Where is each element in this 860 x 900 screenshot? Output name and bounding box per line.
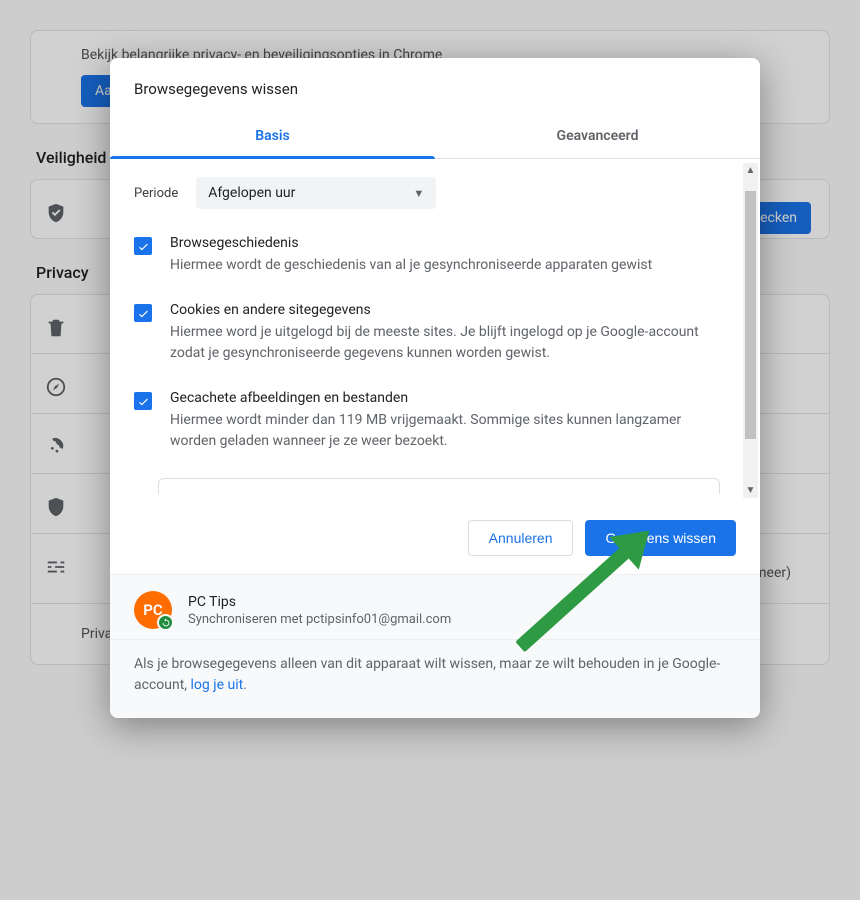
sync-badge <box>157 614 174 631</box>
checkbox-browsing-history[interactable] <box>134 237 152 255</box>
option-cache: Gecachete afbeeldingen en bestanden Hier… <box>134 390 736 452</box>
sign-out-link[interactable]: log je uit <box>191 677 244 693</box>
option-desc: Hiermee wordt de geschiedenis van al je … <box>170 255 652 276</box>
option-browsing-history: Browsegeschiedenis Hiermee wordt de gesc… <box>134 235 736 276</box>
dialog-title: Browsegegevens wissen <box>110 58 760 116</box>
dialog-tabs: Basis Geavanceerd <box>110 116 760 159</box>
option-title: Browsegeschiedenis <box>170 235 652 251</box>
account-section: PC PC Tips Synchroniseren met pctipsinfo… <box>110 574 760 639</box>
cancel-button[interactable]: Annuleren <box>468 520 574 556</box>
scroll-up-icon[interactable]: ▲ <box>743 163 758 178</box>
checkbox-cookies[interactable] <box>134 304 152 322</box>
chevron-down-icon: ▼ <box>413 187 424 200</box>
partial-next-row <box>158 478 720 494</box>
time-range-select[interactable]: Afgelopen uur ▼ <box>196 177 436 209</box>
dialog-body: ▲ ▼ Periode Afgelopen uur ▼ Browsegeschi… <box>110 159 760 502</box>
check-icon <box>137 240 150 253</box>
scroll-down-icon[interactable]: ▼ <box>743 483 758 498</box>
option-title: Gecachete afbeeldingen en bestanden <box>170 390 720 406</box>
option-desc: Hiermee word je uitgelogd bij de meeste … <box>170 322 720 364</box>
account-name: PC Tips <box>188 594 451 610</box>
avatar: PC <box>134 591 172 629</box>
checkbox-cache[interactable] <box>134 392 152 410</box>
scrollbar[interactable]: ▲ ▼ <box>743 163 758 498</box>
footnote: Als je browsegegevens alleen van dit app… <box>110 639 760 718</box>
time-range-label: Periode <box>134 186 178 201</box>
option-desc: Hiermee wordt minder dan 119 MB vrijgema… <box>170 410 720 452</box>
account-sync-text: Synchroniseren met pctipsinfo01@gmail.co… <box>188 612 451 627</box>
tab-advanced[interactable]: Geavanceerd <box>435 116 760 158</box>
time-range-value: Afgelopen uur <box>208 185 295 201</box>
option-cookies: Cookies en andere sitegegevens Hiermee w… <box>134 302 736 364</box>
check-icon <box>137 307 150 320</box>
scrollbar-thumb[interactable] <box>745 191 756 439</box>
tab-basic[interactable]: Basis <box>110 116 435 158</box>
sync-icon <box>161 618 171 628</box>
clear-data-button[interactable]: Gegevens wissen <box>585 520 736 556</box>
clear-browsing-data-dialog: Browsegegevens wissen Basis Geavanceerd … <box>110 58 760 718</box>
footnote-text-b: . <box>243 677 247 693</box>
dialog-actions: Annuleren Gegevens wissen <box>110 502 760 574</box>
option-title: Cookies en andere sitegegevens <box>170 302 720 318</box>
check-icon <box>137 395 150 408</box>
